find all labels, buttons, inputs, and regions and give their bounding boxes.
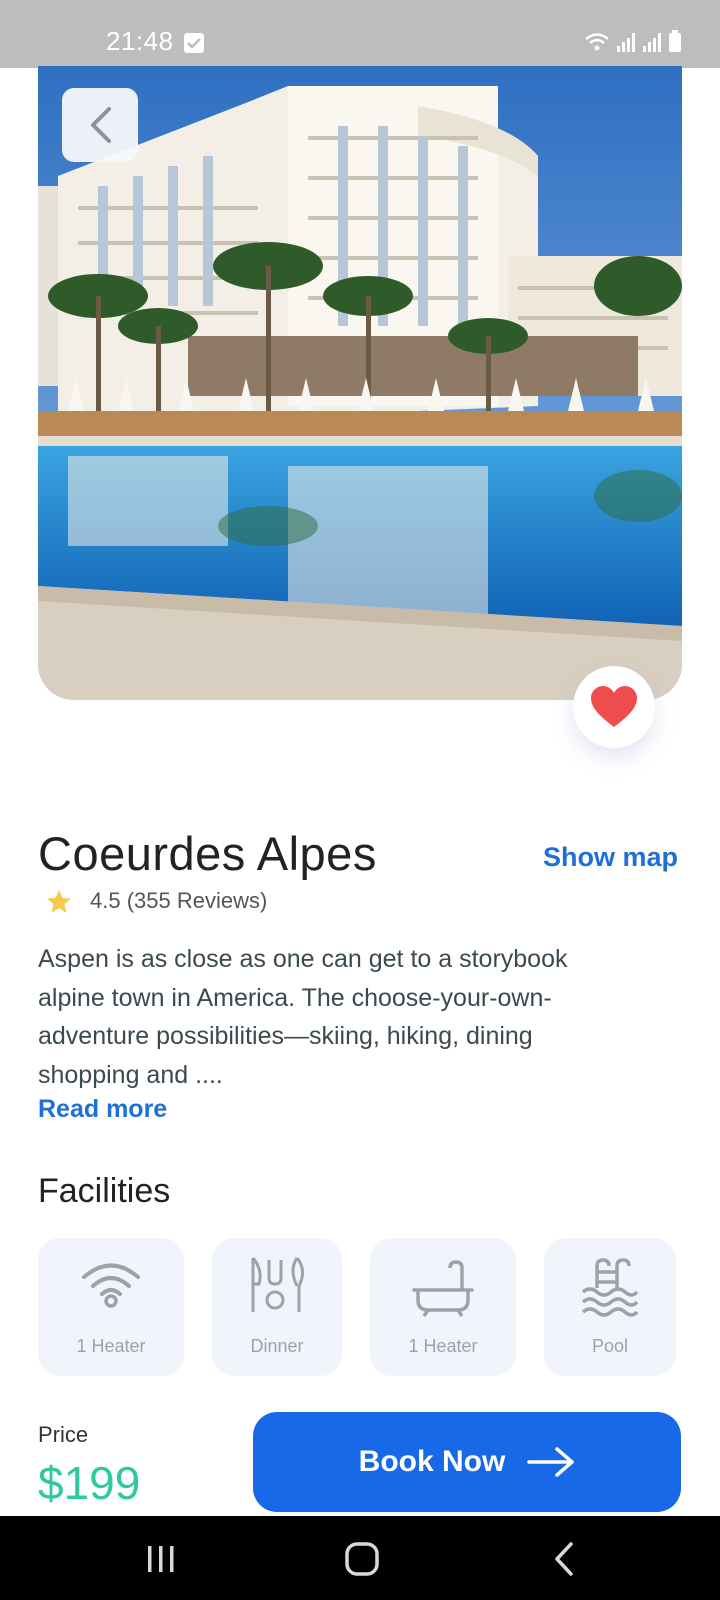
facility-label: Pool: [591, 1336, 629, 1356]
wifi-icon: [82, 1263, 140, 1308]
dinner-icon: [251, 1257, 304, 1312]
description-line: adventure possibilities—skiing, hiking, …: [38, 1022, 533, 1050]
pool-icon: [581, 1258, 639, 1317]
show-map-link[interactable]: Show map: [543, 842, 678, 873]
hotel-photo: [38, 66, 682, 700]
signal-icon-1: [617, 33, 635, 52]
status-time: 21:48: [106, 26, 174, 56]
back-button[interactable]: [62, 88, 138, 162]
system-back-icon: [555, 1542, 573, 1576]
bathtub-icon: [412, 1260, 474, 1317]
facility-bathtub[interactable]: 1 Heater: [370, 1238, 516, 1376]
arrow-right-icon: [527, 1447, 575, 1477]
facility-pool[interactable]: Pool: [544, 1238, 676, 1376]
status-bar: 21:48: [0, 0, 720, 68]
facility-label: Dinner: [250, 1336, 304, 1356]
system-nav-bar: [0, 1516, 720, 1600]
hotel-name: Coeurdes Alpes: [38, 827, 377, 880]
description-line: shopping and ....: [38, 1060, 223, 1089]
home-icon: [345, 1542, 379, 1576]
rating-text: 4.5 (355 Reviews): [90, 888, 268, 913]
notification-check-icon: [184, 33, 204, 53]
rating-row: 4.5 (355 Reviews): [46, 888, 267, 914]
heart-icon: [591, 686, 637, 727]
facility-wifi[interactable]: 1 Heater: [38, 1238, 184, 1376]
description-line: Aspen is as close as one can get to a st…: [38, 945, 568, 973]
chevron-left-icon: [91, 107, 111, 143]
book-now-label: Book Now: [358, 1445, 506, 1478]
facility-dinner[interactable]: Dinner: [212, 1238, 342, 1376]
description-line: alpine town in America. The choose-your-…: [38, 983, 552, 1012]
battery-icon: [669, 30, 681, 52]
book-now-button[interactable]: Book Now: [253, 1412, 681, 1512]
star-icon: [47, 889, 71, 913]
wifi-status-icon: [585, 33, 609, 51]
facilities-title: Facilities: [38, 1172, 171, 1210]
price-value: $199: [38, 1457, 141, 1509]
recent-apps-icon: [148, 1546, 174, 1572]
hotel-description: Aspen is as close as one can get to a st…: [38, 940, 678, 1094]
read-more-link[interactable]: Read more: [38, 1095, 167, 1124]
facility-label: 1 Heater: [408, 1336, 478, 1356]
signal-icon-2: [643, 33, 661, 52]
favorite-button[interactable]: [573, 666, 655, 748]
price-label: Price: [38, 1422, 89, 1447]
status-icons: [584, 30, 682, 52]
facility-label: 1 Heater: [76, 1336, 146, 1356]
